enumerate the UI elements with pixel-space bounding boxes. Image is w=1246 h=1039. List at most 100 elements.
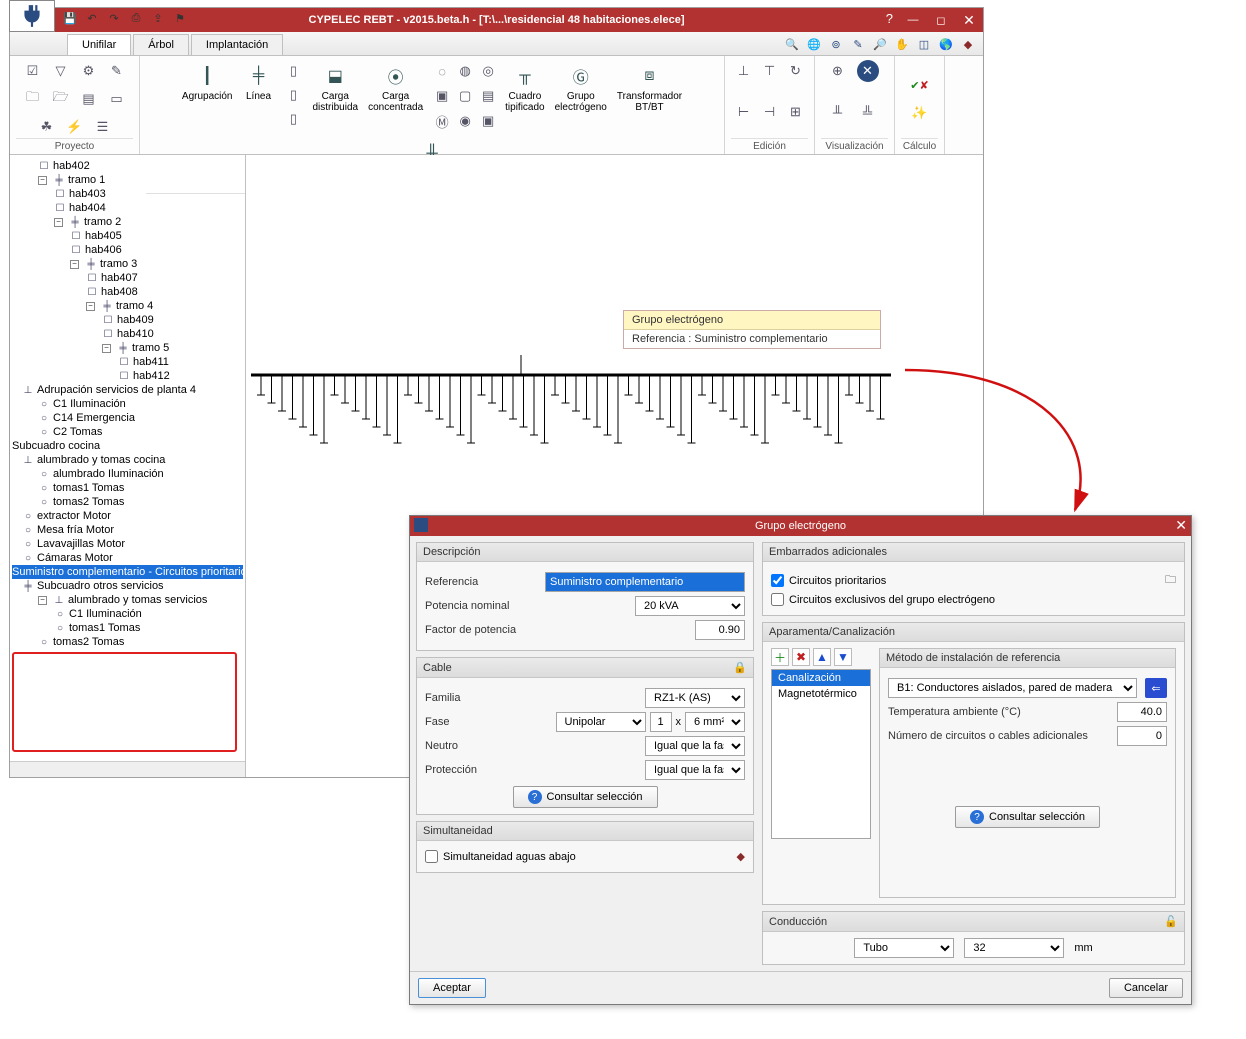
- close-button[interactable]: ✕: [955, 8, 983, 32]
- tree-node[interactable]: ○C14 Emergencia: [12, 411, 243, 425]
- unlock-icon[interactable]: 🔓: [1164, 915, 1178, 928]
- btn-carga-dist[interactable]: ⬓Carga distribuida: [311, 60, 361, 115]
- chk-simult[interactable]: [425, 850, 438, 863]
- tool-globe-icon[interactable]: 🌐: [805, 35, 823, 53]
- folder-yellow-icon[interactable]: 🗀: [1165, 571, 1176, 590]
- maximize-button[interactable]: ◻: [927, 8, 955, 32]
- tree-node[interactable]: ☐hab407: [12, 271, 243, 285]
- ed4-icon[interactable]: ⊢: [733, 101, 755, 123]
- opt-b-icon[interactable]: ◍: [454, 60, 476, 82]
- btn-aceptar[interactable]: Aceptar: [418, 978, 486, 998]
- tree-node[interactable]: −╪tramo 4: [12, 299, 243, 313]
- tree-node[interactable]: ☐hab402: [12, 159, 243, 173]
- tool-hand-icon[interactable]: ✋: [893, 35, 911, 53]
- folder2-icon[interactable]: 🗁: [50, 88, 72, 110]
- linea-opt1-icon[interactable]: ▯: [283, 60, 305, 82]
- filter-icon[interactable]: ▽: [50, 60, 72, 82]
- list-item[interactable]: Magnetotérmico: [772, 686, 870, 702]
- chk-prioritarios[interactable]: [771, 574, 784, 587]
- tree-node[interactable]: −╪tramo 2: [12, 215, 243, 229]
- tree-pane[interactable]: ☐hab402 −╪tramo 1 ☐hab403 ☐hab404 −╪tram…: [10, 155, 246, 777]
- delete-icon[interactable]: ✖: [792, 648, 810, 666]
- input-ncirc[interactable]: [1117, 726, 1167, 746]
- dialog-close-button[interactable]: ✕: [1175, 517, 1187, 534]
- tree-node[interactable]: ☐hab411: [12, 355, 243, 369]
- select-neutro[interactable]: Igual que la fase: [645, 736, 745, 756]
- tree-node[interactable]: Subcuadro cocina: [12, 439, 243, 453]
- redo-icon[interactable]: ↷: [106, 10, 122, 26]
- opt-h-icon[interactable]: ◉: [454, 110, 476, 132]
- linea-opt3-icon[interactable]: ▯: [283, 108, 305, 130]
- add-icon[interactable]: ＋: [771, 648, 789, 666]
- tree-node[interactable]: ☐hab405: [12, 229, 243, 243]
- btn-cancelar[interactable]: Cancelar: [1109, 978, 1183, 998]
- opt-d-icon[interactable]: ▣: [431, 85, 453, 107]
- vis3-icon[interactable]: ╨: [827, 101, 849, 123]
- btn-consultar-cable[interactable]: ?Consultar selección: [513, 786, 658, 808]
- down-icon[interactable]: ▼: [834, 648, 852, 666]
- select-fase[interactable]: Unipolar: [556, 712, 646, 732]
- list-item[interactable]: Canalización: [772, 670, 870, 686]
- tree-node[interactable]: ○tomas1 Tomas: [12, 481, 243, 495]
- input-fase-qty[interactable]: [650, 712, 672, 732]
- tool-search-icon[interactable]: 🔎: [871, 35, 889, 53]
- calc-icon[interactable]: ▤: [78, 88, 100, 110]
- ed6-icon[interactable]: ⊞: [785, 101, 807, 123]
- tree-node[interactable]: ☐hab403: [12, 187, 243, 201]
- sheet-icon[interactable]: ▭: [106, 88, 128, 110]
- tree-node[interactable]: ☐hab410: [12, 327, 243, 341]
- vis1-icon[interactable]: ⊕: [827, 60, 849, 82]
- btn-agrupacion[interactable]: ┃Agrupación: [180, 60, 235, 104]
- book-icon[interactable]: ◆: [737, 850, 745, 863]
- folder-icon[interactable]: 🗀: [22, 88, 44, 110]
- btn-grupo[interactable]: ⒼGrupo electrógeno: [553, 60, 609, 115]
- tree-node[interactable]: ○alumbrado Iluminación: [12, 467, 243, 481]
- tool-zoom-icon[interactable]: 🔍: [783, 35, 801, 53]
- opt-g-icon[interactable]: Ⓜ: [431, 110, 453, 132]
- leaf-icon[interactable]: ☘: [36, 116, 58, 138]
- input-factor[interactable]: [695, 620, 745, 640]
- linea-opt2-icon[interactable]: ▯: [283, 84, 305, 106]
- btn-cuadro[interactable]: ╥Cuadro tipificado: [503, 60, 546, 115]
- tree-node[interactable]: ○tomas2 Tomas: [12, 495, 243, 509]
- list-icon[interactable]: ☰: [92, 116, 114, 138]
- input-temp[interactable]: [1117, 702, 1167, 722]
- bolt-icon[interactable]: ⚡: [64, 116, 86, 138]
- tree-node[interactable]: ○C1 Iluminación: [12, 607, 243, 621]
- tree-node[interactable]: ⊥alumbrado y tomas cocina: [12, 453, 243, 467]
- calc-ok-icon[interactable]: ✔✘: [909, 74, 931, 96]
- btn-trafo[interactable]: ⧈Transformador BT/BT: [615, 60, 684, 115]
- tool-window-icon[interactable]: ◫: [915, 35, 933, 53]
- select-prot[interactable]: Igual que la fase: [645, 760, 745, 780]
- ed1-icon[interactable]: ⊥: [733, 60, 755, 82]
- tree-node[interactable]: ╪Subcuadro otros servicios: [12, 579, 243, 593]
- pencil-icon[interactable]: ✎: [106, 60, 128, 82]
- print-icon[interactable]: ⎙: [128, 10, 144, 26]
- select-potencia[interactable]: 20 kVA: [635, 596, 745, 616]
- opt-e-icon[interactable]: ▢: [454, 85, 476, 107]
- arrow-left-icon[interactable]: ⇐: [1145, 678, 1167, 698]
- tree-node[interactable]: −╪tramo 3: [12, 257, 243, 271]
- btn-consultar-metodo[interactable]: ?Consultar selección: [955, 806, 1100, 828]
- tree-node[interactable]: −╪tramo 5: [12, 341, 243, 355]
- select-conduccion-tipo[interactable]: Tubo: [854, 938, 954, 958]
- tree-node[interactable]: ○extractor Motor: [12, 509, 243, 523]
- tree-node[interactable]: ○Mesa fría Motor: [12, 523, 243, 537]
- ed3-icon[interactable]: ↻: [785, 60, 807, 82]
- aparamenta-list[interactable]: Canalización Magnetotérmico: [771, 669, 871, 839]
- save-icon[interactable]: 💾: [62, 10, 78, 26]
- tree-node[interactable]: ○C2 Tomas: [12, 425, 243, 439]
- opt-c-icon[interactable]: ◎: [477, 60, 499, 82]
- tree-node[interactable]: ○Lavavajillas Motor: [12, 537, 243, 551]
- tab-unifilar[interactable]: Unifilar: [67, 34, 131, 55]
- vis2-icon[interactable]: ✕: [857, 60, 879, 82]
- gear-icon[interactable]: ⚙: [78, 60, 100, 82]
- opt-i-icon[interactable]: ▣: [477, 110, 499, 132]
- export-icon[interactable]: ⇪: [150, 10, 166, 26]
- ed2-icon[interactable]: ⊤: [759, 60, 781, 82]
- tool-pencil-icon[interactable]: ✎: [849, 35, 867, 53]
- select-metodo[interactable]: B1: Conductores aislados, pared de mader…: [888, 678, 1137, 698]
- tree-node[interactable]: ☐hab408: [12, 285, 243, 299]
- tree-node-selected[interactable]: Suministro complementario - Circuitos pr…: [12, 565, 243, 579]
- check-icon[interactable]: ☑: [22, 60, 44, 82]
